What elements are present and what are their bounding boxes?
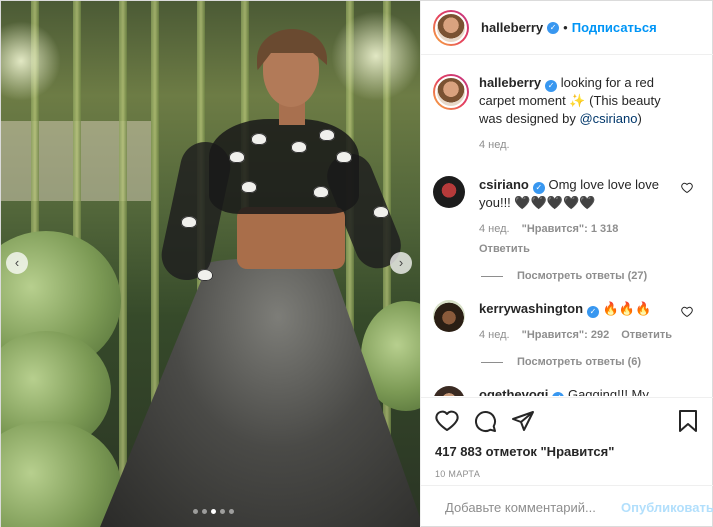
butterfly-applique <box>197 269 213 281</box>
caption-time[interactable]: 4 нед. <box>479 136 510 154</box>
verified-badge-icon: ✓ <box>547 21 560 34</box>
comment-item: csiriano ✓ Omg love love love you!!! 🖤🖤🖤🖤… <box>433 176 701 258</box>
commenter-avatar[interactable] <box>433 176 465 208</box>
bamboo-stalk <box>119 1 127 527</box>
verified-badge-icon: ✓ <box>587 306 600 318</box>
commenter-avatar[interactable] <box>433 386 465 396</box>
post-actions: 417 883 отметок "Нравится" 10 МАРТА <box>421 397 713 479</box>
save-bookmark-icon[interactable] <box>677 409 699 433</box>
comments-list[interactable]: halleberry ✓ looking for a red carpet mom… <box>421 56 713 396</box>
like-heart-icon[interactable] <box>435 409 459 433</box>
instagram-post: ‹ › halleberry ✓ • Подписаться halleberr… <box>0 0 713 527</box>
view-replies-label: Посмотреть ответы (6) <box>517 356 642 368</box>
butterfly-applique <box>229 151 245 163</box>
comment-input[interactable] <box>445 499 621 515</box>
carousel-next-button[interactable]: › <box>390 252 412 274</box>
post-header: halleberry ✓ • Подписаться <box>421 1 713 55</box>
carousel-dots <box>193 509 234 514</box>
sunlight <box>331 11 420 101</box>
comment-username[interactable]: csiriano <box>479 177 529 192</box>
caption: halleberry ✓ looking for a red carpet mom… <box>433 74 701 154</box>
butterfly-applique <box>336 151 352 163</box>
verified-badge-icon: ✓ <box>532 182 545 194</box>
butterfly-applique <box>251 133 267 145</box>
comment-item: ogethevogi ✓ Gagging!!! My <box>433 386 701 396</box>
comment-text: 🔥🔥🔥 <box>599 301 652 316</box>
tulle-skirt <box>91 259 420 527</box>
midriff <box>237 207 345 269</box>
commenter-avatar[interactable] <box>433 300 465 332</box>
sunlight <box>1 21 61 101</box>
butterfly-applique <box>319 129 335 141</box>
view-replies-label: Посмотреть ответы (27) <box>517 270 648 282</box>
butterfly-applique <box>291 141 307 153</box>
author-username[interactable]: halleberry <box>481 20 543 35</box>
reply-button[interactable]: Ответить <box>479 240 530 258</box>
carousel-dot <box>202 509 207 514</box>
caption-author-avatar[interactable] <box>433 74 469 110</box>
comment-time[interactable]: 4 нед. <box>479 220 510 238</box>
caption-username[interactable]: halleberry <box>479 75 541 90</box>
carousel-dot <box>220 509 225 514</box>
comment-text: Gagging!!! My <box>564 387 649 396</box>
comment-username[interactable]: kerrywashington <box>479 301 583 316</box>
comment-likes[interactable]: "Нравится": 292 <box>522 326 610 344</box>
view-replies-button[interactable]: Посмотреть ответы (27) <box>481 270 701 282</box>
view-replies-button[interactable]: Посмотреть ответы (6) <box>481 356 701 368</box>
butterfly-applique <box>241 181 257 193</box>
carousel-dot <box>193 509 198 514</box>
verified-badge-icon: ✓ <box>545 80 558 92</box>
caption-mention-link[interactable]: @csiriano <box>579 111 637 126</box>
verified-badge-icon: ✓ <box>552 392 565 396</box>
share-paper-plane-icon[interactable] <box>511 409 535 433</box>
author-avatar[interactable] <box>433 9 469 46</box>
follow-button[interactable]: Подписаться <box>572 20 657 35</box>
like-comment-heart-icon[interactable] <box>681 306 693 318</box>
post-side-panel: halleberry ✓ • Подписаться halleberry ✓ l… <box>420 1 713 527</box>
carousel-dot <box>229 509 234 514</box>
post-date[interactable]: 10 МАРТА <box>435 469 699 479</box>
carousel-prev-button[interactable]: ‹ <box>6 252 28 274</box>
likes-count[interactable]: 417 883 отметок "Нравится" <box>435 444 699 459</box>
comment-item: kerrywashington ✓ 🔥🔥🔥 4 нед. "Нравится": … <box>433 300 701 344</box>
reply-button[interactable]: Ответить <box>621 326 672 344</box>
carousel-dot <box>211 509 216 514</box>
like-comment-heart-icon[interactable] <box>681 182 693 194</box>
comment-bubble-icon[interactable] <box>473 409 497 433</box>
comment-username[interactable]: ogethevogi <box>479 387 548 396</box>
separator-dot: • <box>563 20 568 35</box>
butterfly-applique <box>313 186 329 198</box>
add-comment-bar: Опубликовать <box>421 485 713 527</box>
post-photo[interactable]: ‹ › <box>1 1 420 527</box>
comment-likes[interactable]: "Нравится": 1 318 <box>522 220 619 238</box>
bush <box>1 421 121 527</box>
comment-time[interactable]: 4 нед. <box>479 326 510 344</box>
butterfly-applique <box>373 206 389 218</box>
publish-button[interactable]: Опубликовать <box>621 500 713 515</box>
butterfly-top <box>209 119 359 214</box>
caption-text-end: ) <box>637 111 642 126</box>
butterfly-applique <box>181 216 197 228</box>
